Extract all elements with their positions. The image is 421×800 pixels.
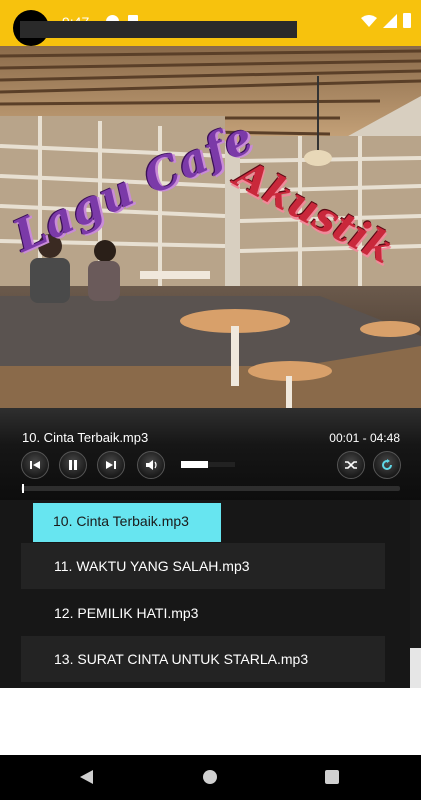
playlist-item-label: 10. Cinta Terbaik.mp3 xyxy=(53,513,189,529)
next-icon xyxy=(106,461,116,469)
album-cover: Lagu Cafe Akustik xyxy=(0,46,421,408)
seek-progress xyxy=(22,484,24,493)
previous-button[interactable] xyxy=(21,451,49,479)
pause-button[interactable] xyxy=(59,451,87,479)
playlist-item[interactable]: 11. WAKTU YANG SALAH.mp3 xyxy=(21,543,385,589)
back-icon[interactable] xyxy=(80,770,93,784)
time-display: 00:01 - 04:48 xyxy=(329,431,400,445)
recents-icon[interactable] xyxy=(325,770,339,784)
next-button[interactable] xyxy=(97,451,125,479)
volume-level xyxy=(181,461,208,468)
home-icon[interactable] xyxy=(203,770,217,784)
playlist-item-label: 13. SURAT CINTA UNTUK STARLA.mp3 xyxy=(54,651,309,667)
playlist-item[interactable]: 13. SURAT CINTA UNTUK STARLA.mp3 xyxy=(21,636,385,682)
playlist-item-label: 12. PEMILIK HATI.mp3 xyxy=(54,605,199,621)
now-playing-box xyxy=(20,21,297,38)
shuffle-button[interactable] xyxy=(337,451,365,479)
playlist-item-label: 11. WAKTU YANG SALAH.mp3 xyxy=(54,558,250,574)
playlist-item-active[interactable]: 10. Cinta Terbaik.mp3 xyxy=(33,503,221,542)
volume-icon xyxy=(146,460,157,470)
navigation-bar xyxy=(0,755,421,800)
repeat-button[interactable] xyxy=(373,451,401,479)
shuffle-icon xyxy=(345,461,357,469)
scrollbar-thumb[interactable] xyxy=(410,648,421,688)
previous-icon xyxy=(30,461,40,469)
playlist-item[interactable]: 12. PEMILIK HATI.mp3 xyxy=(21,590,385,636)
signal-icon xyxy=(383,13,397,28)
status-icons xyxy=(361,13,411,28)
wifi-icon xyxy=(361,14,377,27)
now-playing-title: 10. Cinta Terbaik.mp3 xyxy=(22,430,149,445)
battery-icon xyxy=(403,13,411,28)
seek-bar[interactable] xyxy=(21,486,400,491)
pause-icon xyxy=(69,460,77,470)
repeat-icon xyxy=(382,459,392,470)
volume-button[interactable] xyxy=(137,451,165,479)
